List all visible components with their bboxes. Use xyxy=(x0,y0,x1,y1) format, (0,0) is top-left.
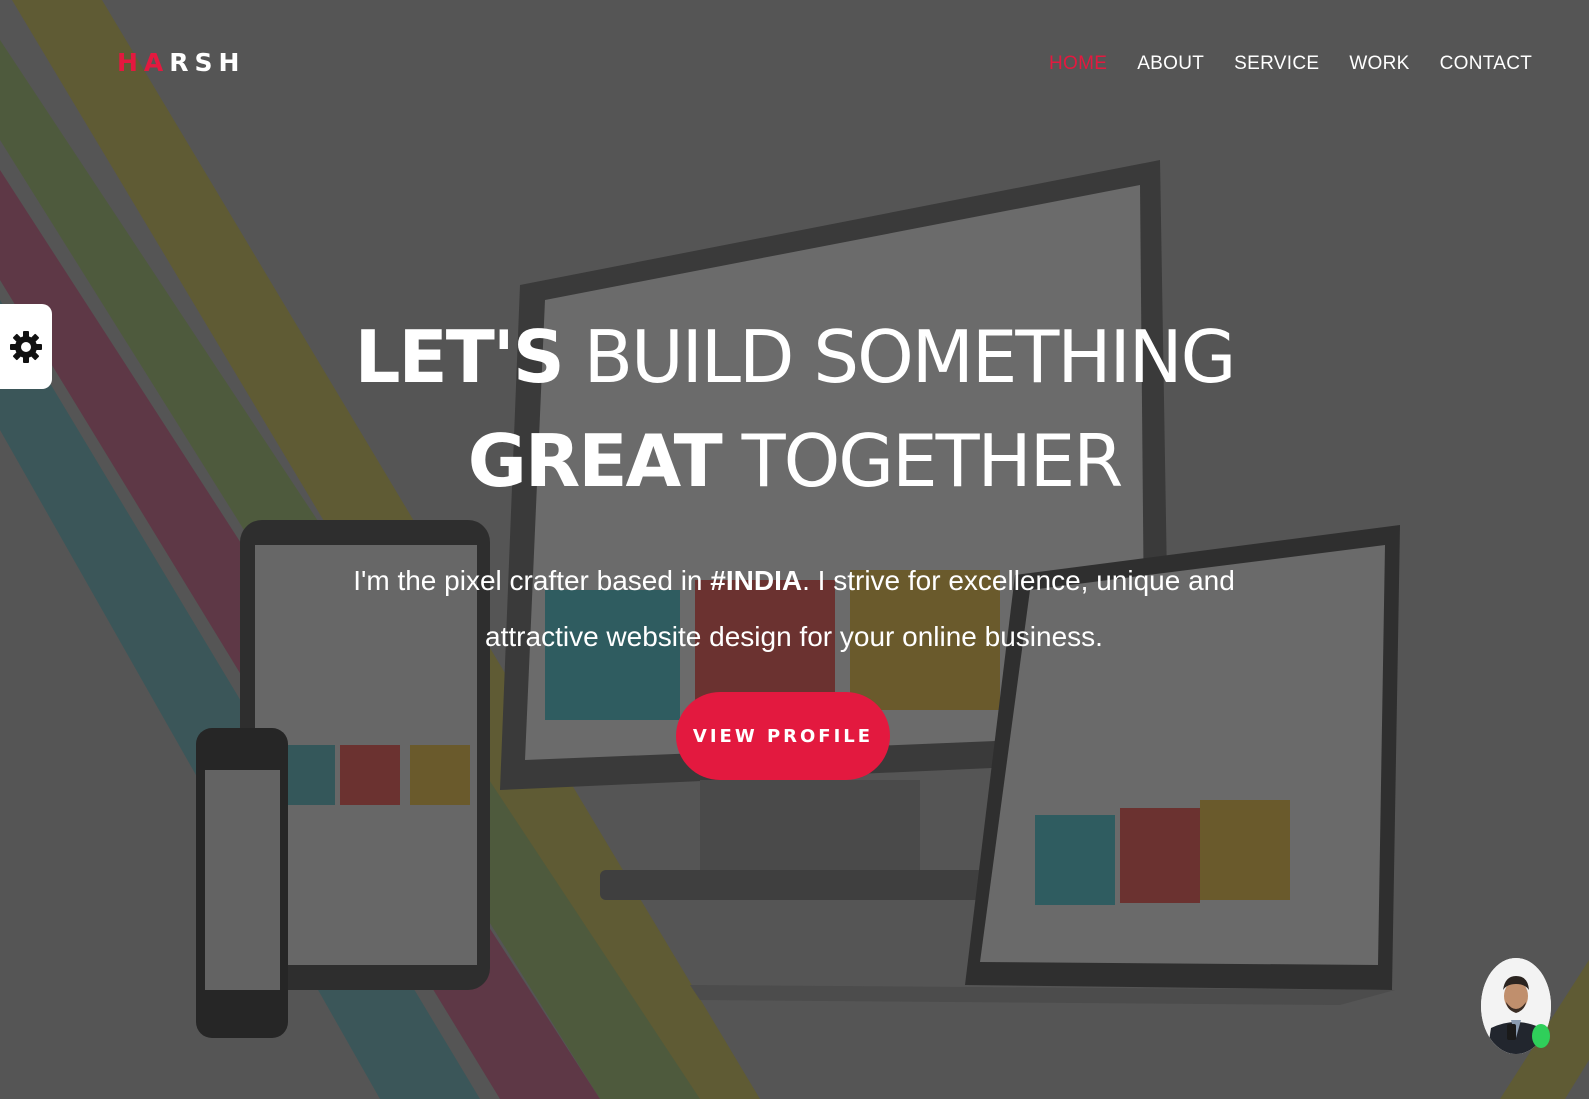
logo-accent: HA xyxy=(117,48,170,77)
main-navigation: HOME ABOUT SERVICE WORK CONTACT xyxy=(1034,50,1547,78)
headline-line-2-light: TOGETHER xyxy=(720,419,1124,503)
view-profile-button[interactable]: VIEW PROFILE xyxy=(676,692,890,780)
hero-description-location: #INDIA xyxy=(710,565,803,596)
hero-section: HARSH HOME ABOUT SERVICE WORK CONTACT LE… xyxy=(0,0,1589,1099)
nav-item-service[interactable]: SERVICE xyxy=(1219,50,1334,78)
nav-item-contact[interactable]: CONTACT xyxy=(1425,50,1548,78)
online-status-dot xyxy=(1532,1024,1550,1048)
headline-line-1: LET'S BUILD SOMETHING xyxy=(0,305,1589,409)
site-logo[interactable]: HARSH xyxy=(117,48,245,77)
headline-line-1-strong: LET'S xyxy=(354,315,565,399)
logo-rest: RSH xyxy=(169,48,246,77)
nav-item-home[interactable]: HOME xyxy=(1034,50,1122,78)
settings-toggle-button[interactable] xyxy=(0,304,52,389)
hero-headline: LET'S BUILD SOMETHING GREAT TOGETHER xyxy=(0,305,1589,513)
gear-icon xyxy=(10,330,42,363)
headline-line-1-light: BUILD SOMETHING xyxy=(562,315,1237,399)
nav-item-about[interactable]: ABOUT xyxy=(1122,50,1219,78)
nav-item-work[interactable]: WORK xyxy=(1334,50,1424,78)
hero-description: I'm the pixel crafter based in #INDIA. I… xyxy=(344,553,1244,665)
headline-line-2: GREAT TOGETHER xyxy=(0,409,1589,513)
dark-overlay xyxy=(0,0,1589,1099)
hero-description-start: I'm the pixel crafter based in xyxy=(353,565,711,596)
headline-line-2-strong: GREAT xyxy=(467,419,723,503)
